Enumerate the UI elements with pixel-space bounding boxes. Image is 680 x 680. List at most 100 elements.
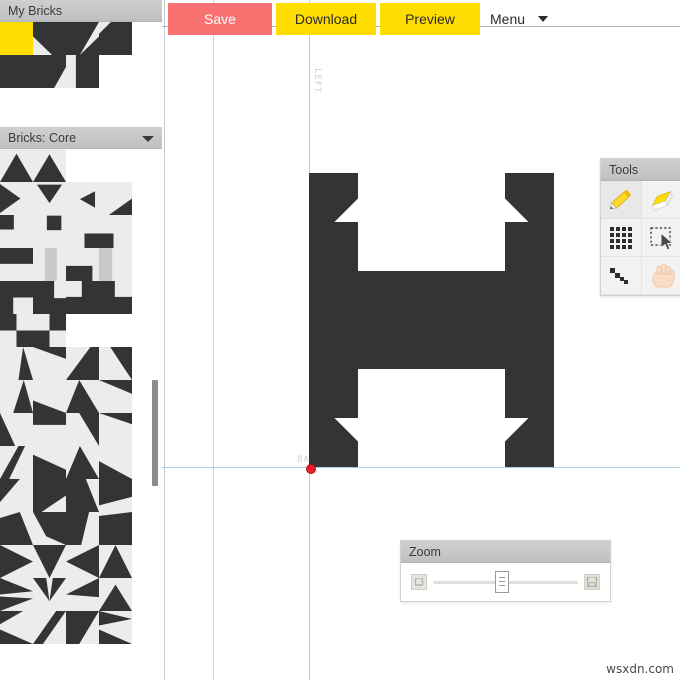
design-brick[interactable] <box>358 271 407 320</box>
tools-grid[interactable] <box>601 181 680 295</box>
core-brick-tile-44[interactable] <box>0 512 33 545</box>
core-brick-tile-6[interactable] <box>66 182 99 215</box>
design-brick[interactable] <box>505 271 554 320</box>
core-brick-tile-1[interactable] <box>33 149 66 182</box>
core-brick-tile-54[interactable] <box>66 578 99 611</box>
core-brick-tile-29[interactable] <box>33 380 66 413</box>
core-brick-tile-11[interactable] <box>99 215 132 248</box>
core-brick-tile-9[interactable] <box>33 215 66 248</box>
design-brick[interactable] <box>505 222 554 271</box>
pan-tool[interactable] <box>642 257 680 295</box>
my-brick-tile-half-right[interactable] <box>33 55 66 88</box>
core-brick-tile-35[interactable] <box>99 413 132 446</box>
download-button[interactable]: Download <box>276 3 376 35</box>
design-brick[interactable] <box>309 271 358 320</box>
core-brick-tile-49[interactable] <box>33 545 66 578</box>
core-brick-tile-25[interactable] <box>33 347 66 380</box>
core-brick-tile-19[interactable] <box>99 281 132 314</box>
core-brick-tile-5[interactable] <box>33 182 66 215</box>
my-bricks-body[interactable] <box>0 22 162 127</box>
core-brick-tile-57[interactable] <box>33 611 66 644</box>
my-brick-tile-diagonal-corner-bl[interactable] <box>66 22 99 55</box>
select-tool[interactable] <box>642 219 680 257</box>
core-brick-tile-13[interactable] <box>33 248 66 281</box>
my-brick-tile-diagonal-corner-tr-notch[interactable] <box>99 22 132 55</box>
core-brick-tile-34[interactable] <box>66 413 99 446</box>
core-brick-tile-42[interactable] <box>66 479 99 512</box>
bricks-sidebar[interactable]: My Bricks Bricks: Core <box>0 0 162 680</box>
core-brick-tile-47[interactable] <box>99 512 132 545</box>
my-brick-tile-empty[interactable] <box>99 55 132 88</box>
tools-panel[interactable]: Tools <box>600 158 680 296</box>
core-brick-tile-10[interactable] <box>66 215 99 248</box>
design-brick[interactable] <box>309 320 358 369</box>
core-brick-tile-16[interactable] <box>0 281 33 314</box>
my-bricks-header[interactable]: My Bricks <box>0 0 162 22</box>
my-brick-tile-solid-yellow[interactable] <box>0 22 33 55</box>
design-brick[interactable] <box>309 173 358 222</box>
design-brick[interactable] <box>407 320 456 369</box>
my-brick-tile-diagonal-corner-tr[interactable] <box>0 55 33 88</box>
fill-grid-tool[interactable] <box>601 219 642 257</box>
design-brick[interactable] <box>309 369 358 418</box>
core-brick-tile-46[interactable] <box>66 512 99 545</box>
save-button[interactable]: Save <box>168 3 272 35</box>
core-brick-tile-12[interactable] <box>0 248 33 281</box>
design-brick[interactable] <box>505 320 554 369</box>
design-brick[interactable] <box>456 271 505 320</box>
menu-button[interactable]: Menu <box>484 3 560 35</box>
my-bricks-tile-grid[interactable] <box>0 22 132 88</box>
zoom-slider-row[interactable] <box>401 563 610 601</box>
design-brick[interactable] <box>407 271 456 320</box>
design-brick[interactable] <box>505 173 554 222</box>
zoom-slider-thumb[interactable] <box>495 571 509 593</box>
core-brick-tile-33[interactable] <box>33 413 66 446</box>
core-brick-tile-56[interactable] <box>0 611 33 644</box>
core-brick-tile-27[interactable] <box>99 347 132 380</box>
core-bricks-tile-grid[interactable] <box>0 149 132 644</box>
design-brick[interactable] <box>505 418 554 467</box>
design-brick[interactable] <box>309 418 358 467</box>
core-brick-tile-51[interactable] <box>99 545 132 578</box>
core-bricks-header[interactable]: Bricks: Core <box>0 127 162 149</box>
small-page-icon[interactable] <box>411 574 427 590</box>
core-brick-tile-50[interactable] <box>66 545 99 578</box>
core-brick-tile-20[interactable] <box>0 314 33 347</box>
preview-button[interactable]: Preview <box>380 3 480 35</box>
core-brick-tile-26[interactable] <box>66 347 99 380</box>
design-brick[interactable] <box>309 222 358 271</box>
core-brick-tile-30[interactable] <box>66 380 99 413</box>
core-brick-tile-37[interactable] <box>33 446 66 479</box>
design-brick[interactable] <box>505 369 554 418</box>
core-brick-tile-38[interactable] <box>66 446 99 479</box>
pencil-tool[interactable] <box>601 181 642 219</box>
core-brick-tile-48[interactable] <box>0 545 33 578</box>
core-brick-tile-24[interactable] <box>0 347 33 380</box>
core-brick-tile-36[interactable] <box>0 446 33 479</box>
core-brick-tile-55[interactable] <box>99 578 132 611</box>
design-brick[interactable] <box>456 320 505 369</box>
core-brick-tile-17[interactable] <box>33 281 66 314</box>
core-brick-tile-0[interactable] <box>0 149 33 182</box>
core-brick-tile-3[interactable] <box>99 149 132 182</box>
core-brick-tile-43[interactable] <box>99 479 132 512</box>
design-brick[interactable] <box>358 320 407 369</box>
core-brick-tile-8[interactable] <box>0 215 33 248</box>
core-brick-tile-45[interactable] <box>33 512 66 545</box>
core-brick-tile-59[interactable] <box>99 611 132 644</box>
core-brick-tile-4[interactable] <box>0 182 33 215</box>
core-brick-tile-52[interactable] <box>0 578 33 611</box>
core-brick-tile-39[interactable] <box>99 446 132 479</box>
core-brick-tile-53[interactable] <box>33 578 66 611</box>
my-brick-tile-diagonal-corner-br[interactable] <box>33 22 66 55</box>
core-brick-tile-18[interactable] <box>66 281 99 314</box>
core-brick-tile-21[interactable] <box>33 314 66 347</box>
core-brick-tile-58[interactable] <box>66 611 99 644</box>
line-tool[interactable] <box>601 257 642 295</box>
sidebar-scrollbar-thumb[interactable] <box>152 380 158 486</box>
chevron-down-icon[interactable] <box>142 136 154 142</box>
core-bricks-body[interactable] <box>0 149 162 644</box>
core-brick-tile-40[interactable] <box>0 479 33 512</box>
sidebar-scrollbar[interactable] <box>152 188 158 674</box>
core-brick-tile-32[interactable] <box>0 413 33 446</box>
